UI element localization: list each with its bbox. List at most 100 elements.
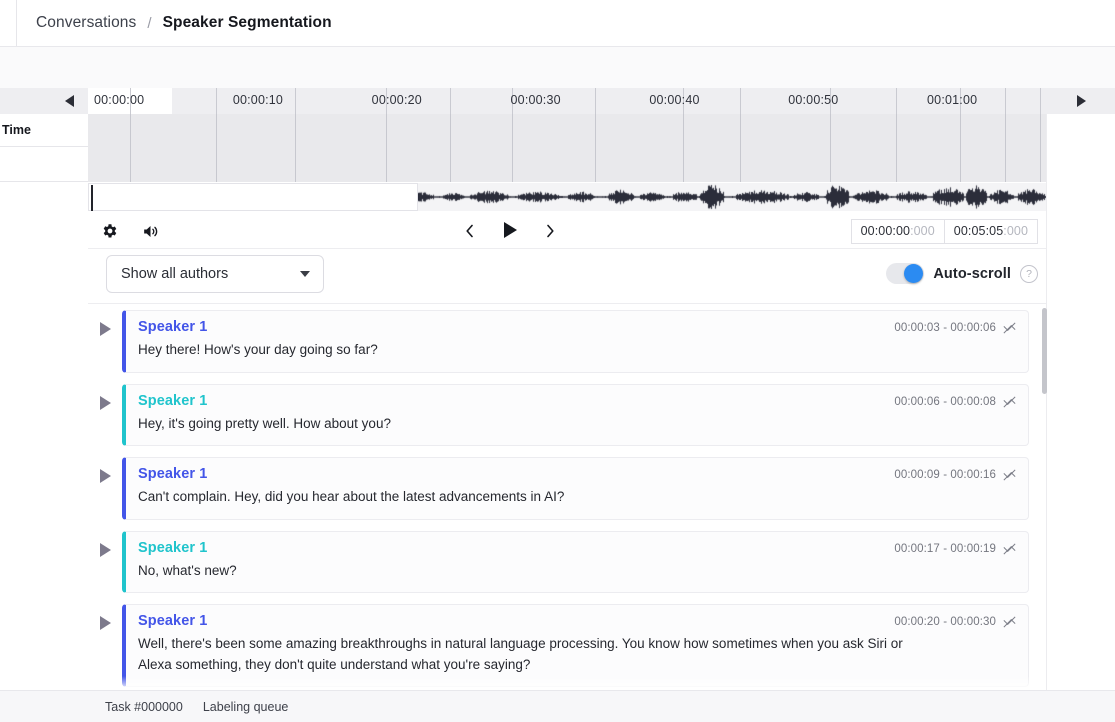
track-label-spacer [0, 147, 88, 182]
total-time-readout[interactable]: 00:05:05:000 [944, 219, 1038, 244]
region-boundary[interactable] [595, 114, 596, 182]
ruler-region-divider [1040, 88, 1041, 114]
utterance-header: Speaker 1 00:00:03 - 00:00:06 [138, 319, 1016, 335]
collapse-chevrons-icon[interactable] [1004, 468, 1016, 482]
region-boundary[interactable] [450, 114, 451, 182]
region-boundary[interactable] [830, 114, 831, 182]
utterance-card[interactable]: Speaker 1 00:00:03 - 00:00:06 Hey there! H… [122, 310, 1029, 373]
scrollbar-thumb[interactable] [1042, 308, 1047, 394]
transcript-scrollbar[interactable] [1042, 306, 1047, 688]
transcript-row[interactable]: Speaker 1 00:00:03 - 00:00:06 Hey there! H… [88, 304, 1046, 378]
utterance-meta: 00:00:03 - 00:00:06 [894, 319, 1016, 335]
region-boundary[interactable] [216, 114, 217, 182]
region-boundary[interactable] [386, 114, 387, 182]
utterance-card[interactable]: Speaker 100:00:09 - 00:00:16 Can't compla… [122, 457, 1029, 520]
autoscroll-label: Auto-scroll [933, 266, 1011, 282]
author-filter-value: Show all authors [121, 266, 228, 282]
row-play-button[interactable] [88, 457, 122, 483]
audio-region[interactable] [88, 114, 1046, 182]
player-controls: 00:00:00:000 00:05:05:000 [88, 211, 1046, 249]
chevron-right-icon [544, 223, 556, 239]
track-label-text: Time [2, 123, 31, 137]
waveform-minimap[interactable] [88, 183, 1046, 211]
scroll-right-button[interactable] [1048, 88, 1115, 114]
row-play-button[interactable] [88, 531, 122, 557]
author-filter-select[interactable]: Show all authors [106, 255, 324, 293]
utterance-meta: 00:00:20 - 00:00:30 [894, 613, 1016, 629]
utterance-timerange: 00:00:06 - 00:00:08 [894, 396, 996, 408]
help-circle-icon[interactable]: ? [1020, 265, 1038, 283]
play-icon [100, 396, 111, 410]
breadcrumb-parent[interactable]: Conversations [36, 14, 136, 32]
utterance-timerange: 00:00:17 - 00:00:19 [894, 543, 996, 555]
current-time-value: 00:00:00 [861, 224, 910, 238]
volume-button[interactable] [140, 221, 160, 241]
filter-bar: Show all authors Auto-scroll ? [88, 249, 1046, 304]
utterance-header: Speaker 100:00:06 - 00:00:08 [138, 393, 1016, 409]
region-boundary[interactable] [960, 114, 961, 182]
autoscroll-toggle[interactable] [886, 263, 924, 284]
current-time-readout[interactable]: 00:00:00:000 [851, 219, 944, 244]
row-play-button[interactable] [88, 310, 122, 336]
play-icon [100, 322, 111, 336]
region-boundary[interactable] [130, 114, 131, 182]
play-icon [100, 616, 111, 630]
region-boundary[interactable] [512, 114, 513, 182]
region-boundary[interactable] [740, 114, 741, 182]
utterance-timerange: 00:00:20 - 00:00:30 [894, 616, 996, 628]
play-button[interactable] [499, 219, 521, 241]
ruler-label: 00:00:40 [649, 93, 699, 107]
speaker-volume-icon [141, 222, 160, 241]
region-boundary[interactable] [896, 114, 897, 182]
region-boundary[interactable] [295, 114, 296, 182]
triangle-left-icon [65, 95, 74, 107]
triangle-right-icon [1077, 95, 1086, 107]
ruler-label: 00:00:10 [233, 93, 283, 107]
utterance-text: No, what's new? [138, 561, 1016, 582]
waveform-track[interactable] [88, 114, 1046, 182]
next-region-button[interactable] [540, 221, 560, 241]
utterance-header: Speaker 1 00:00:17 - 00:00:19 [138, 540, 1016, 556]
chevron-left-icon [464, 223, 476, 239]
collapse-chevrons-icon[interactable] [1004, 395, 1016, 409]
collapse-chevrons-icon[interactable] [1004, 321, 1016, 335]
utterance-text: Can't complain. Hey, did you hear about … [138, 487, 1016, 508]
utterance-header: Speaker 100:00:09 - 00:00:16 [138, 466, 1016, 482]
transcript-row[interactable]: Speaker 100:00:06 - 00:00:08Hey, it's go… [88, 378, 1046, 452]
transcript-row[interactable]: Speaker 100:00:09 - 00:00:16 Can't compla… [88, 451, 1046, 525]
speaker-name: Speaker 1 [138, 540, 207, 556]
settings-button[interactable] [100, 221, 120, 241]
collapse-chevrons-icon[interactable] [1004, 542, 1016, 556]
transcript-row[interactable]: Speaker 1 00:00:17 - 00:00:19 No, what's n… [88, 525, 1046, 599]
chevron-down-icon [300, 271, 310, 277]
utterance-card[interactable]: Speaker 100:00:20 - 00:00:30Well, there'… [122, 604, 1029, 687]
transcript-list[interactable]: Speaker 1 00:00:03 - 00:00:06 Hey there! H… [88, 304, 1046, 690]
row-play-button[interactable] [88, 384, 122, 410]
utterance-meta: 00:00:06 - 00:00:08 [894, 393, 1016, 409]
speaker-name: Speaker 1 [138, 319, 207, 335]
region-boundary[interactable] [1005, 114, 1006, 182]
top-bar: Conversations / Speaker Segmentation [0, 0, 1115, 47]
status-bar: Task #000000 Labeling queue [0, 690, 1115, 722]
toggle-knob [904, 264, 923, 283]
ruler-region-divider [740, 88, 741, 114]
utterance-card[interactable]: Speaker 1 00:00:17 - 00:00:19 No, what's n… [122, 531, 1029, 594]
minimap-playhead [91, 185, 93, 211]
time-readouts: 00:00:00:000 00:05:05:000 [851, 219, 1038, 244]
collapse-chevrons-icon[interactable] [1004, 615, 1016, 629]
list-fade-overlay [88, 676, 1046, 690]
row-play-button[interactable] [88, 604, 122, 630]
previous-region-button[interactable] [460, 221, 480, 241]
current-time-ms: :000 [910, 224, 935, 238]
utterance-text: Well, there's been some amazing breakthr… [138, 634, 1016, 675]
region-boundary[interactable] [683, 114, 684, 182]
region-boundary[interactable] [1040, 114, 1041, 182]
scroll-left-button[interactable] [0, 88, 88, 114]
utterance-text: Hey there! How's your day going so far? [138, 340, 1016, 361]
ruler-region-divider [896, 88, 897, 114]
ruler-label: 00:00:20 [372, 93, 422, 107]
utterance-card[interactable]: Speaker 100:00:06 - 00:00:08Hey, it's go… [122, 384, 1029, 447]
minimap-viewport[interactable] [88, 183, 418, 211]
utterance-timerange: 00:00:09 - 00:00:16 [894, 469, 996, 481]
total-time-ms: :000 [1003, 224, 1028, 238]
